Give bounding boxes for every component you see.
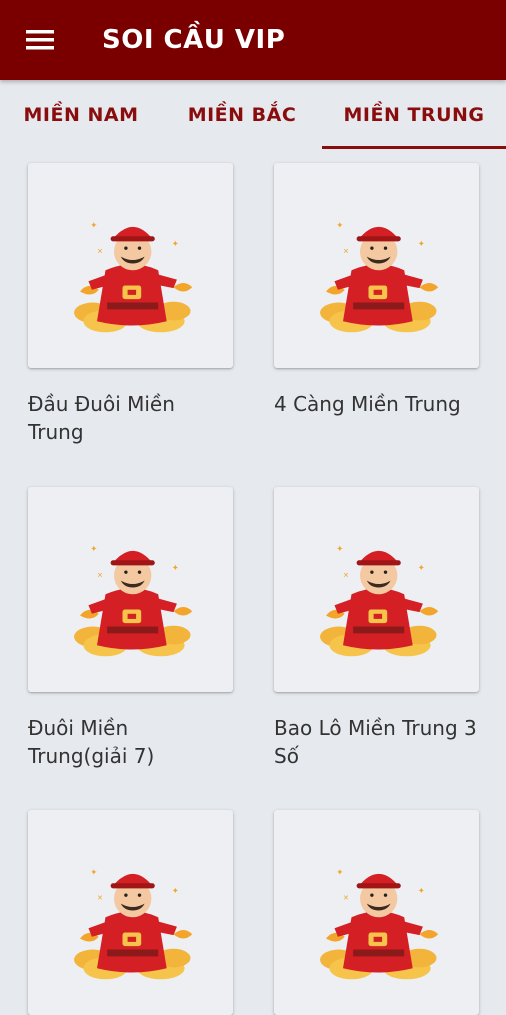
card-title: Đuôi Miền Trung(giải 7) xyxy=(28,716,155,768)
card-partial-left[interactable] xyxy=(28,810,233,1015)
card-4-cang-mien-trung[interactable]: 4 Càng Miền Trung xyxy=(274,163,479,418)
god-of-wealth-image xyxy=(28,163,233,368)
tab-mien-nam[interactable]: MIỀN NAM xyxy=(0,80,162,150)
card-title: Bao Lô Miền Trung 3 Số xyxy=(274,716,477,768)
menu-icon[interactable] xyxy=(0,0,80,80)
god-of-wealth-image xyxy=(274,810,479,1015)
card-duoi-mien-trung-giai-7[interactable]: Đuôi Miền Trung(giải 7) xyxy=(28,487,233,770)
card-dau-duoi-mien-trung[interactable]: Đầu Đuôi Miền Trung xyxy=(28,163,233,446)
card-bao-lo-mien-trung-3-so[interactable]: Bao Lô Miền Trung 3 Số xyxy=(274,487,479,770)
god-of-wealth-image xyxy=(274,487,479,692)
god-of-wealth-image xyxy=(28,810,233,1015)
tab-mien-bac[interactable]: MIỀN BẮC xyxy=(162,80,322,150)
card-title: 4 Càng Miền Trung xyxy=(274,392,461,416)
card-partial-right[interactable] xyxy=(274,810,479,1015)
card-title: Đầu Đuôi Miền Trung xyxy=(28,392,175,444)
app-bar: SOI CẦU VIP xyxy=(0,0,506,80)
tab-mien-trung[interactable]: MIỀN TRUNG xyxy=(322,80,506,150)
region-tabs: MIỀN NAM MIỀN BẮC MIỀN TRUNG xyxy=(0,80,506,150)
active-tab-indicator xyxy=(322,146,506,149)
god-of-wealth-image xyxy=(28,487,233,692)
app-title: SOI CẦU VIP xyxy=(102,25,286,55)
god-of-wealth-image xyxy=(274,163,479,368)
